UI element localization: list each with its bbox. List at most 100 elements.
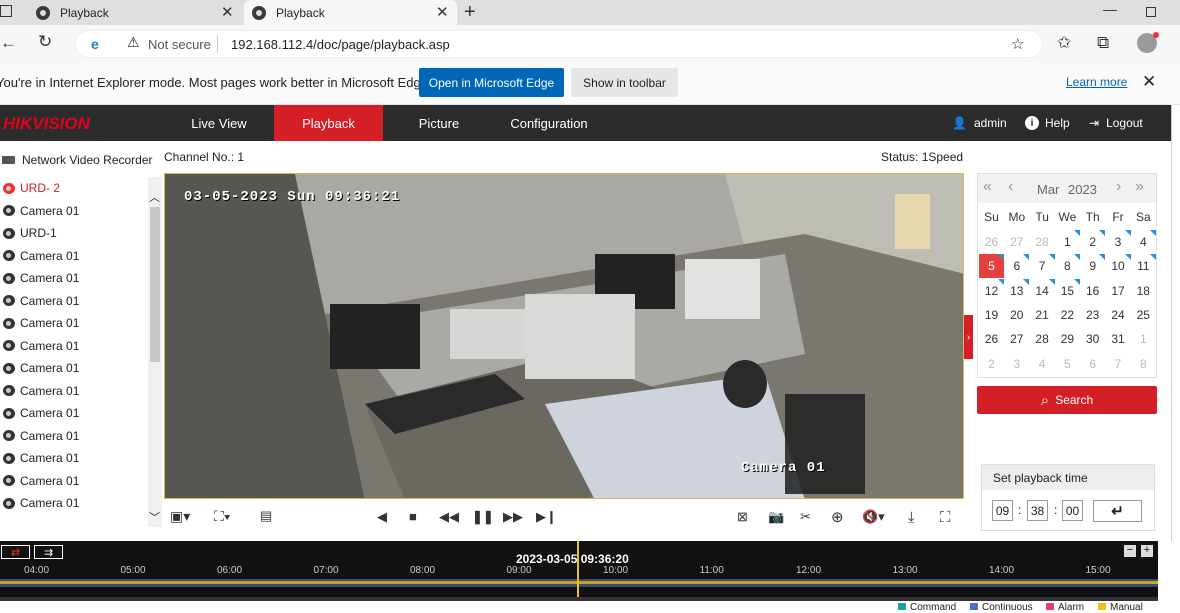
show-in-toolbar-button[interactable]: Show in toolbar <box>571 68 678 97</box>
osd-toggle-icon[interactable]: ▤ <box>260 509 272 522</box>
calendar-day[interactable]: 17 <box>1106 279 1131 303</box>
tree-item-camera[interactable]: Camera 01 <box>0 335 79 357</box>
collapse-panel-tab[interactable]: › <box>964 315 973 359</box>
tree-item-camera[interactable]: Camera 01 <box>0 290 79 312</box>
calendar-day[interactable]: 16 <box>1080 279 1105 303</box>
second-input[interactable]: 00 <box>1062 500 1083 521</box>
single-frame-icon[interactable]: ▶❙ <box>536 510 557 523</box>
nav-playback[interactable]: Playback <box>274 105 383 141</box>
nav-live-view[interactable]: Live View <box>180 105 258 141</box>
browser-tab-2[interactable]: Playback ✕ <box>244 0 457 25</box>
stop-icon[interactable]: ■ <box>409 510 417 523</box>
pause-icon[interactable]: ❚❚ <box>472 510 494 523</box>
prev-month-icon[interactable]: ‹ <box>1008 178 1013 196</box>
next-month-icon[interactable]: › <box>1116 178 1121 196</box>
calendar-day[interactable]: 2 <box>979 352 1004 376</box>
window-restore-icon[interactable] <box>0 5 12 17</box>
reverse-play-icon[interactable]: ◀ <box>377 510 387 523</box>
favorites-icon[interactable]: ✩ <box>1057 34 1071 51</box>
calendar-day[interactable]: 11 <box>1131 254 1156 278</box>
new-tab-icon[interactable]: + <box>464 2 476 22</box>
timeline-zoom-out-button[interactable]: ⇄ <box>1 545 30 559</box>
tree-root[interactable]: Network Video Recorder <box>0 150 153 170</box>
tree-item-camera[interactable]: Camera 01 <box>0 312 79 334</box>
calendar-day[interactable]: 23 <box>1080 303 1105 327</box>
calendar-day[interactable]: 3 <box>1106 230 1131 254</box>
tree-item-camera[interactable]: Camera 01 <box>0 470 79 492</box>
scroll-down-icon[interactable]: ﹀ <box>149 509 160 525</box>
logout-link[interactable]: ⇥ Logout <box>1089 105 1143 141</box>
go-time-button[interactable]: ↵ <box>1093 500 1142 522</box>
calendar-day[interactable]: 8 <box>1055 254 1080 278</box>
url-text[interactable]: 192.168.112.4/doc/page/playback.asp <box>231 37 450 52</box>
calendar-day[interactable]: 7 <box>1030 254 1055 278</box>
calendar-day[interactable]: 5 <box>1055 352 1080 376</box>
prev-year-icon[interactable]: « <box>983 178 992 196</box>
tree-item-camera[interactable]: Camera 01 <box>0 380 79 402</box>
timeline-zoom-in-button[interactable]: ⇉ <box>34 545 63 559</box>
calendar-day[interactable]: 21 <box>1030 303 1055 327</box>
timeline-expand-icon[interactable]: + <box>1141 545 1153 557</box>
fast-forward-icon[interactable]: ▶▶ <box>503 510 523 523</box>
calendar-day[interactable]: 30 <box>1080 327 1105 351</box>
next-year-icon[interactable]: » <box>1135 178 1144 196</box>
calendar-day[interactable]: 27 <box>1004 230 1029 254</box>
open-in-edge-button[interactable]: Open in Microsoft Edge <box>419 68 564 97</box>
calendar-day[interactable]: 1 <box>1131 327 1156 351</box>
calendar-day-selected[interactable]: 5 <box>979 254 1004 279</box>
calendar-day[interactable]: 24 <box>1106 303 1131 327</box>
capture-icon[interactable]: 📷 <box>768 510 784 523</box>
calendar-day[interactable]: 18 <box>1131 279 1156 303</box>
calendar-day[interactable]: 26 <box>979 230 1004 254</box>
user-menu[interactable]: 👤 admin <box>952 105 1007 141</box>
calendar-day[interactable]: 29 <box>1055 327 1080 351</box>
back-icon[interactable]: ← <box>0 34 17 51</box>
close-tab-icon[interactable]: ✕ <box>221 3 234 21</box>
calendar-day[interactable]: 4 <box>1030 352 1055 376</box>
calendar-day[interactable]: 19 <box>979 303 1004 327</box>
fullscreen-icon[interactable]: ⛶ <box>940 510 951 525</box>
tree-item-camera[interactable]: Camera 01 <box>0 357 79 379</box>
stop-all-icon[interactable]: ⊠ <box>737 510 748 523</box>
add-favorite-icon[interactable]: ☆ <box>1011 35 1024 53</box>
hour-input[interactable]: 09 <box>992 500 1013 521</box>
tree-item-camera[interactable]: Camera 01 <box>0 402 79 424</box>
restore-window-icon[interactable] <box>1146 7 1156 17</box>
calendar-day[interactable]: 25 <box>1131 303 1156 327</box>
calendar-day[interactable]: 4 <box>1131 230 1156 254</box>
calendar-day[interactable]: 22 <box>1055 303 1080 327</box>
calendar-day[interactable]: 12 <box>979 278 1004 303</box>
scroll-up-icon[interactable]: ︿ <box>149 189 160 205</box>
ie-mode-icon[interactable]: e <box>91 36 99 52</box>
calendar-day[interactable]: 27 <box>1004 327 1029 351</box>
calendar-day[interactable]: 28 <box>1030 327 1055 351</box>
nav-configuration[interactable]: Configuration <box>500 105 598 141</box>
calendar-day[interactable]: 8 <box>1131 352 1156 376</box>
calendar-day[interactable]: 1 <box>1055 230 1080 254</box>
collections-icon[interactable]: ⧉ <box>1097 34 1109 51</box>
close-infobar-icon[interactable]: ✕ <box>1142 72 1156 92</box>
window-layout-icon[interactable]: ▣▾ <box>170 509 190 523</box>
url-box[interactable]: e ⚠ Not secure 192.168.112.4/doc/page/pl… <box>75 30 1043 58</box>
learn-more-link[interactable]: Learn more <box>1066 75 1127 89</box>
calendar-day[interactable]: 6 <box>1004 254 1030 278</box>
clip-icon[interactable]: ✂ <box>800 510 811 523</box>
calendar-day[interactable]: 31 <box>1106 327 1131 351</box>
tree-item-camera[interactable]: Camera 01 <box>0 447 79 469</box>
calendar-day[interactable]: 3 <box>1004 352 1029 376</box>
calendar-day[interactable]: 7 <box>1106 352 1131 376</box>
download-icon[interactable]: ⤓ <box>908 510 915 525</box>
tree-item-camera[interactable]: Camera 01 <box>0 200 79 222</box>
tree-item-camera[interactable]: URD-1 <box>0 222 57 244</box>
calendar-day[interactable]: 10 <box>1106 254 1131 278</box>
digital-zoom-icon[interactable]: ⊕ <box>831 510 844 525</box>
minimize-icon[interactable]: — <box>1103 2 1117 16</box>
video-playback-window[interactable]: 03-05-2023 Sun 09:36:21 Camera 01 <box>164 173 964 499</box>
calendar-day[interactable]: 28 <box>1030 230 1055 254</box>
tree-item-camera[interactable]: Camera 01 <box>0 425 79 447</box>
search-button[interactable]: ⌕ Search <box>977 386 1157 414</box>
window-split-icon[interactable]: ⛶▾ <box>214 509 231 523</box>
calendar-day[interactable]: 20 <box>1004 303 1029 327</box>
tree-item-camera[interactable]: Camera 01 <box>0 492 79 514</box>
tree-scrollbar[interactable]: ︿ ﹀ <box>148 177 162 527</box>
